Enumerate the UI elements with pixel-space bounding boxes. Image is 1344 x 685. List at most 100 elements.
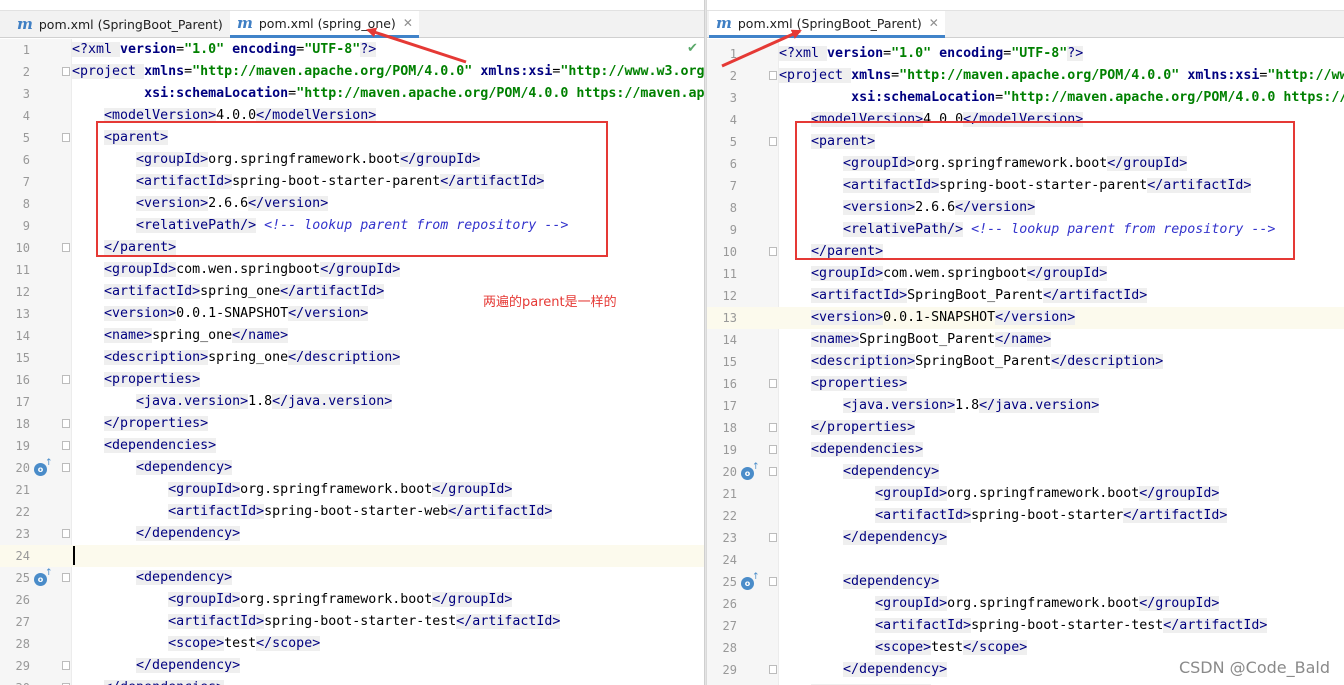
code-line[interactable]: 27 <artifactId>spring-boot-starter-test<… (0, 611, 706, 633)
line-number: 9 (729, 223, 737, 237)
fold-marker[interactable] (769, 137, 777, 146)
text-caret (73, 546, 75, 565)
code-line[interactable]: 7 <artifactId>spring-boot-starter-parent… (707, 175, 1344, 197)
fold-marker[interactable] (62, 375, 70, 384)
code-line[interactable]: 8 <version>2.6.6</version> (0, 193, 706, 215)
code-line[interactable]: 18 </properties> (0, 413, 706, 435)
fold-marker[interactable] (62, 441, 70, 450)
override-dependency-icon[interactable]: o ↑ (34, 568, 53, 586)
fold-marker[interactable] (62, 463, 70, 472)
code-line[interactable]: 26 <groupId>org.springframework.boot</gr… (0, 589, 706, 611)
code-line[interactable]: 3 xsi:schemaLocation="http://maven.apach… (707, 87, 1344, 109)
code-line[interactable]: 11 <groupId>com.wem.springboot</groupId> (707, 263, 1344, 285)
fold-marker[interactable] (62, 67, 70, 76)
fold-marker[interactable] (769, 467, 777, 476)
code-line[interactable]: 17 <java.version>1.8</java.version> (0, 391, 706, 413)
code-line[interactable]: 3 xsi:schemaLocation="http://maven.apach… (0, 83, 706, 105)
line-number: 13 (15, 307, 30, 321)
code-editor[interactable]: 1 <?xml version="1.0" encoding="UTF-8"?> 2… (0, 39, 706, 685)
code-line[interactable]: 1 <?xml version="1.0" encoding="UTF-8"?> (707, 43, 1344, 65)
code-line[interactable]: 17 <java.version>1.8</java.version> (707, 395, 1344, 417)
fold-marker[interactable] (769, 665, 777, 674)
code-line[interactable]: 16 <properties> (0, 369, 706, 391)
fold-marker[interactable] (769, 533, 777, 542)
code-line[interactable]: 29 </dependency> (0, 655, 706, 677)
line-number: 25 (722, 575, 737, 589)
code-line[interactable]: 2 <project xmlns="http://maven.apache.org… (0, 61, 706, 83)
fold-marker[interactable] (769, 247, 777, 256)
fold-marker[interactable] (62, 243, 70, 252)
tab-pom-springboot-parent[interactable]: m pom.xml (SpringBoot_Parent) ✕ (709, 11, 945, 38)
fold-marker[interactable] (769, 379, 777, 388)
code-line[interactable]: 26 <groupId>org.springframework.boot</gr… (707, 593, 1344, 615)
code-line[interactable]: 27 <artifactId>spring-boot-starter-test<… (707, 615, 1344, 637)
code-line[interactable]: 10 </parent> (0, 237, 706, 259)
code-line[interactable]: 21 <groupId>org.springframework.boot</gr… (707, 483, 1344, 505)
line-number: 3 (729, 91, 737, 105)
code-line[interactable]: 11 <groupId>com.wen.springboot</groupId> (0, 259, 706, 281)
code-line[interactable]: 25 o ↑ <dependency> (0, 567, 706, 589)
tab-pom-springboot-parent[interactable]: m pom.xml (SpringBoot_Parent) ✕ (10, 11, 246, 38)
code-line[interactable]: 12 <artifactId>SpringBoot_Parent</artifa… (707, 285, 1344, 307)
code-line[interactable]: 9 <relativePath/> <!-- lookup parent fro… (707, 219, 1344, 241)
code-line[interactable]: 23 </dependency> (0, 523, 706, 545)
code-line[interactable]: 2 <project xmlns="http://maven.apache.org… (707, 65, 1344, 87)
fold-marker[interactable] (62, 419, 70, 428)
code-line[interactable]: 28 <scope>test</scope> (707, 637, 1344, 659)
code-line[interactable]: 21 <groupId>org.springframework.boot</gr… (0, 479, 706, 501)
code-line[interactable]: 24 (707, 549, 1344, 571)
code-line[interactable]: 22 <artifactId>spring-boot-starter-web</… (0, 501, 706, 523)
code-line[interactable]: 9 <relativePath/> <!-- lookup parent fro… (0, 215, 706, 237)
code-line[interactable]: 6 <groupId>org.springframework.boot</gro… (0, 149, 706, 171)
code-line[interactable]: 8 <version>2.6.6</version> (707, 197, 1344, 219)
override-dependency-icon[interactable]: o ↑ (741, 462, 760, 480)
override-dependency-icon[interactable]: o ↑ (741, 572, 760, 590)
code-line[interactable]: 25 o ↑ <dependency> (707, 571, 1344, 593)
code-editor[interactable]: 1 <?xml version="1.0" encoding="UTF-8"?> 2… (707, 39, 1344, 685)
line-number: 22 (722, 509, 737, 523)
fold-marker[interactable] (62, 661, 70, 670)
code-line[interactable]: 18 </properties> (707, 417, 1344, 439)
code-line[interactable]: 6 <groupId>org.springframework.boot</gro… (707, 153, 1344, 175)
code-line[interactable]: 20 o ↑ <dependency> (707, 461, 1344, 483)
code-line[interactable]: 22 <artifactId>spring-boot-starter</arti… (707, 505, 1344, 527)
code-line[interactable]: 1 <?xml version="1.0" encoding="UTF-8"?> (0, 39, 706, 61)
close-icon[interactable]: ✕ (929, 17, 939, 29)
code-line[interactable]: 14 <name>SpringBoot_Parent</name> (707, 329, 1344, 351)
code-line[interactable]: 15 <description>spring_one</description> (0, 347, 706, 369)
fold-marker[interactable] (769, 71, 777, 80)
code-line[interactable]: 24 (0, 545, 706, 567)
code-line[interactable]: 28 <scope>test</scope> (0, 633, 706, 655)
code-line[interactable]: 4 <modelVersion>4.0.0</modelVersion> (0, 105, 706, 127)
code-line[interactable]: 14 <name>spring_one</name> (0, 325, 706, 347)
code-line[interactable]: 19 <dependencies> (707, 439, 1344, 461)
code-line[interactable]: 15 <description>SpringBoot_Parent</descr… (707, 351, 1344, 373)
code-line[interactable]: 5 <parent> (0, 127, 706, 149)
code-line[interactable]: 10 </parent> (707, 241, 1344, 263)
fold-marker[interactable] (769, 445, 777, 454)
fold-marker[interactable] (62, 133, 70, 142)
line-number: 27 (15, 615, 30, 629)
code-text: </parent> (104, 240, 177, 255)
code-text: <groupId>org.springframework.boot</group… (168, 482, 513, 497)
code-line[interactable]: 20 o ↑ <dependency> (0, 457, 706, 479)
code-line[interactable]: 7 <artifactId>spring-boot-starter-parent… (0, 171, 706, 193)
fold-marker[interactable] (769, 423, 777, 432)
code-line[interactable]: 5 <parent> (707, 131, 1344, 153)
fold-marker[interactable] (62, 573, 70, 582)
override-dependency-icon[interactable]: o ↑ (34, 458, 53, 476)
code-line[interactable]: 19 <dependencies> (0, 435, 706, 457)
code-line[interactable]: 30 </dependencies> (0, 677, 706, 685)
code-line[interactable]: 23 </dependency> (707, 527, 1344, 549)
code-line[interactable]: 13 <version>0.0.1-SNAPSHOT</version> (707, 307, 1344, 329)
fold-marker[interactable] (769, 577, 777, 586)
line-number: 5 (729, 135, 737, 149)
code-text: <artifactId>spring-boot-starter</artifac… (875, 508, 1228, 523)
tab-pom-spring-one[interactable]: m pom.xml (spring_one) ✕ (230, 11, 419, 38)
close-icon[interactable]: ✕ (403, 17, 413, 29)
code-line[interactable]: 30 </dependencies> (707, 681, 1344, 685)
code-text: <artifactId>spring-boot-starter-parent</… (136, 174, 545, 189)
code-line[interactable]: 4 <modelVersion>4.0.0</modelVersion> (707, 109, 1344, 131)
fold-marker[interactable] (62, 529, 70, 538)
code-line[interactable]: 16 <properties> (707, 373, 1344, 395)
